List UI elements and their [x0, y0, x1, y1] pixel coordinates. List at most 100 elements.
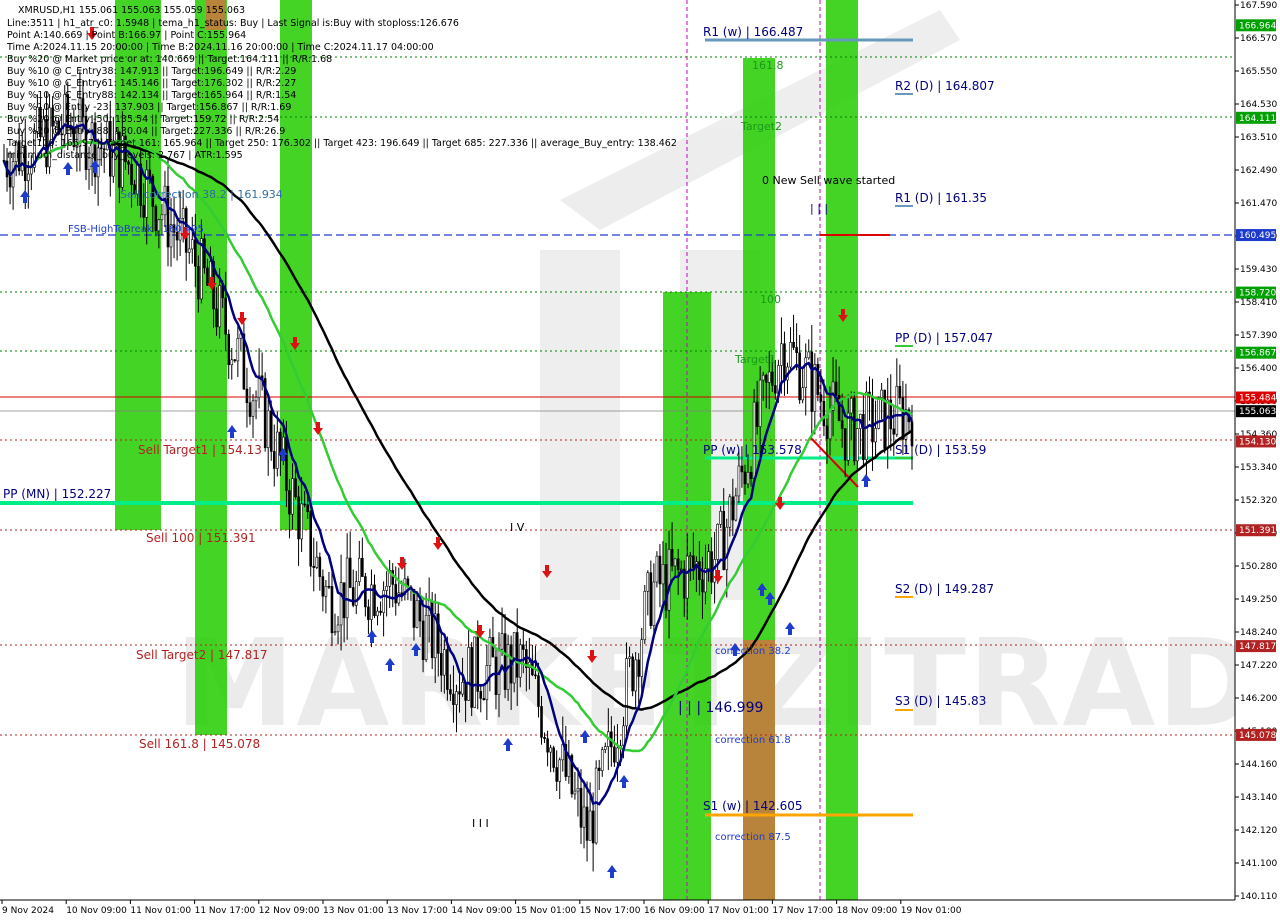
- candle-body: [792, 341, 795, 348]
- candle-body: [148, 169, 152, 177]
- price-tick-label: 167.590: [1240, 1, 1277, 11]
- candle-body: [521, 644, 525, 650]
- candle-body: [394, 584, 398, 604]
- price-tag-label: 155.484: [1239, 394, 1276, 404]
- candle-body: [276, 431, 279, 469]
- time-tick-label: 11 Nov 17:00: [195, 906, 256, 916]
- candle-body: [227, 333, 231, 366]
- candle-body: [558, 759, 562, 782]
- candle-body: [701, 579, 704, 593]
- candle-body: [470, 647, 473, 708]
- candle-body: [734, 495, 738, 521]
- info-line: Time A:2024.11.15 20:00:00 | Time B:2024…: [6, 42, 434, 53]
- candle-body: [418, 600, 422, 622]
- pp-w-label: PP (w) | 153.578: [703, 443, 802, 457]
- candle-body: [391, 570, 395, 585]
- candle-body: [11, 161, 15, 188]
- candle-body: [482, 698, 486, 701]
- candle-body: [655, 555, 659, 583]
- candle-body: [649, 572, 653, 626]
- candle-body: [634, 659, 637, 692]
- candle-body: [288, 490, 291, 515]
- candle-body: [361, 557, 364, 577]
- candle-body: [321, 576, 325, 597]
- candle-body: [901, 397, 905, 440]
- candle-body: [880, 389, 883, 398]
- pp-d-label: PP (D) | 157.047: [895, 331, 993, 345]
- candle-body: [8, 176, 12, 188]
- candle-body: [698, 561, 701, 580]
- pp-mn-label: PP (MN) | 152.227: [3, 487, 111, 501]
- price-tag-label: 160.495: [1239, 231, 1276, 241]
- price-chart[interactable]: MARKETZITRADE R1 (w) | 166.487 R2 (D) | …: [0, 0, 1280, 920]
- candle-body: [740, 465, 744, 473]
- candle-body: [458, 691, 461, 695]
- time-tick-label: 9 Nov 2024: [2, 906, 54, 916]
- candle-body: [248, 402, 252, 417]
- info-line: Buy %20 @ Market price or at: 140.669 ||…: [7, 54, 332, 65]
- candle-body: [479, 691, 483, 699]
- candle-body: [534, 674, 537, 677]
- candle-body: [552, 747, 555, 768]
- candle-body: [585, 806, 589, 841]
- candle-body: [828, 409, 832, 440]
- candle-body: [810, 351, 814, 412]
- candle-body: [30, 167, 33, 175]
- candle-body: [685, 555, 689, 599]
- price-axis: 167.590 166.570 165.550 164.530 163.510 162.4…: [1234, 0, 1280, 902]
- candle-body: [798, 352, 801, 401]
- candle-body: [719, 510, 722, 525]
- candle-body: [452, 693, 455, 705]
- candle-body: [780, 343, 783, 366]
- price-tick-label: 163.510: [1240, 133, 1277, 143]
- candle-body: [707, 551, 710, 570]
- sell-correction-label: Sell correction 38.2 | 161.934: [120, 188, 283, 201]
- candle-body: [737, 465, 741, 497]
- candle-body: [190, 239, 194, 250]
- candle-body: [807, 351, 811, 359]
- r1-d-label: R1 (D) | 161.35: [895, 191, 987, 205]
- candle-body: [446, 649, 449, 690]
- candle-body: [415, 600, 419, 628]
- time-tick-label: 15 Nov 01:00: [516, 906, 577, 916]
- candle-body: [473, 636, 477, 708]
- candle-body: [613, 746, 616, 763]
- r2-d-label: R2 (D) | 164.807: [895, 79, 995, 93]
- price-tick-label: 164.530: [1240, 100, 1277, 110]
- candle-body: [540, 706, 543, 738]
- time-tick-label: 14 Nov 09:00: [451, 906, 512, 916]
- candle-body: [801, 387, 804, 401]
- candle-body: [746, 472, 750, 485]
- candle-body: [825, 425, 829, 440]
- candle-body: [494, 656, 498, 695]
- time-tick-label: 10 Nov 09:00: [66, 906, 127, 916]
- price-tag-label: 164.111: [1239, 114, 1276, 124]
- time-tick-label: 12 Nov 09:00: [259, 906, 320, 916]
- candle-body: [813, 364, 817, 412]
- candle-body: [588, 810, 592, 841]
- candle-body: [130, 163, 133, 185]
- candle-body: [348, 557, 352, 588]
- wave-iv-label: I V: [510, 521, 525, 534]
- candle-body: [455, 691, 458, 705]
- candle-body: [743, 471, 747, 485]
- candle-body: [670, 549, 674, 567]
- candle-body: [236, 338, 240, 362]
- candle-body: [625, 658, 628, 727]
- price-tag-label: 156.867: [1239, 349, 1276, 359]
- candle-body: [309, 511, 313, 567]
- candle-body: [819, 394, 823, 402]
- candle-body: [758, 379, 762, 427]
- candle-body: [652, 581, 656, 626]
- candle-body: [771, 371, 774, 386]
- candle-body: [856, 428, 859, 462]
- candle-body: [424, 614, 428, 660]
- candle-body: [266, 410, 270, 448]
- candle-body: [443, 649, 446, 676]
- candle-body: [646, 572, 650, 592]
- candle-body: [877, 396, 880, 429]
- candle-body: [351, 587, 355, 606]
- candle-body: [667, 549, 671, 611]
- candle-body: [336, 624, 340, 633]
- candle-body: [333, 631, 337, 634]
